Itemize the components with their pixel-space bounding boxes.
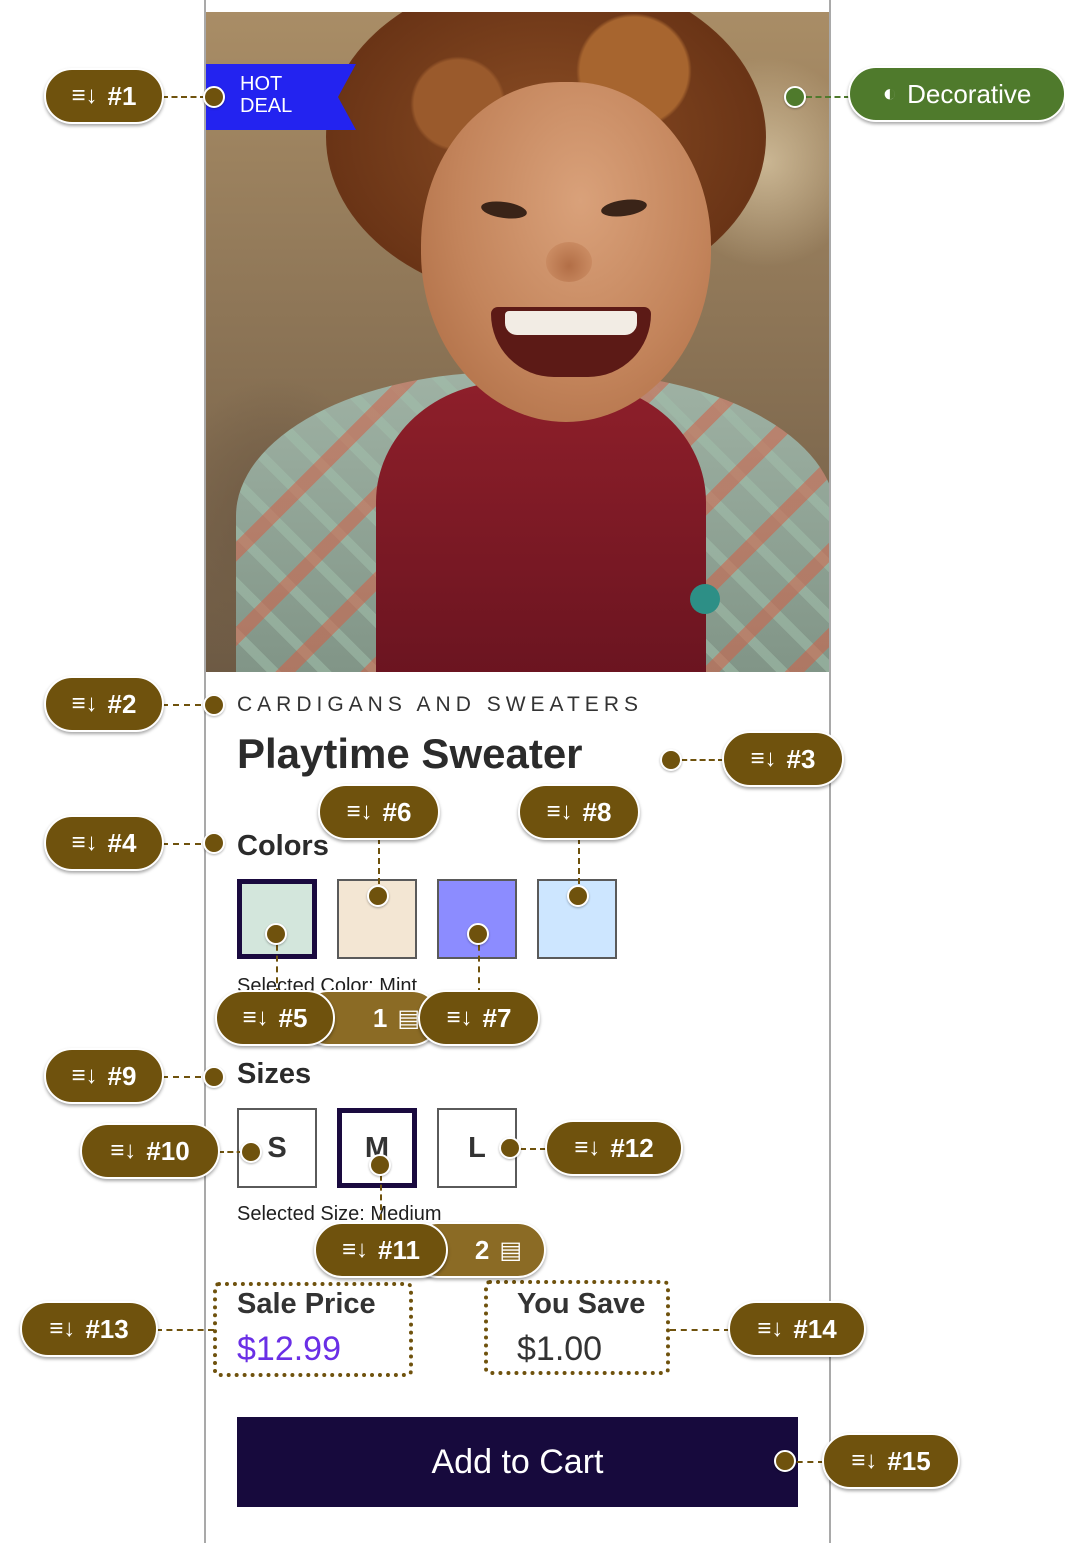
reading-order-icon: ≡↓ — [757, 1315, 784, 1342]
reading-order-icon: ≡↓ — [346, 798, 373, 825]
annotation-label-15: #15 — [887, 1445, 931, 1476]
annotation-label-10: #10 — [146, 1135, 190, 1166]
hot-deal-line1: HOT — [240, 73, 283, 95]
annotation-count-2-label: 2 — [474, 1234, 490, 1265]
annotation-dot-decorative — [784, 86, 806, 108]
reading-order-icon: ≡↓ — [851, 1447, 878, 1474]
annotation-pill-13: ≡↓ #13 — [20, 1301, 158, 1357]
annotation-dot-15 — [774, 1450, 796, 1472]
reading-order-icon: ≡↓ — [574, 1134, 601, 1161]
annotation-label-14: #14 — [793, 1313, 837, 1344]
annotation-label-6: #6 — [382, 796, 412, 827]
product-category: CARDIGANS AND SWEATERS — [237, 693, 643, 716]
smile-shape — [491, 307, 651, 377]
annotation-box-13 — [213, 1282, 413, 1377]
annotation-label-4: #4 — [107, 827, 137, 858]
reading-order-icon: ≡↓ — [546, 798, 573, 825]
annotation-dot-2 — [203, 694, 225, 716]
annotation-label-13: #13 — [85, 1313, 129, 1344]
annotation-label-2: #2 — [107, 688, 137, 719]
annotation-dot-1 — [203, 86, 225, 108]
collar-shape — [376, 382, 706, 672]
reading-order-icon: ≡↓ — [446, 1004, 473, 1031]
annotation-pill-10: ≡↓ #10 — [80, 1123, 220, 1179]
annotation-dot-3 — [660, 749, 682, 771]
reading-order-icon: ≡↓ — [71, 829, 98, 856]
sizes-heading: Sizes — [237, 1058, 312, 1090]
annotation-pill-6: ≡↓ #6 — [318, 784, 440, 840]
colors-heading: Colors — [237, 830, 329, 862]
connector-14 — [670, 1329, 730, 1331]
annotation-label-12: #12 — [610, 1132, 654, 1163]
annotation-pill-decorative: ◐ Decorative — [848, 66, 1065, 122]
reading-order-icon: ≡↓ — [750, 745, 777, 772]
annotation-dot-8 — [567, 885, 589, 907]
add-to-cart-button[interactable]: Add to Cart — [237, 1417, 798, 1507]
annotation-pill-9: ≡↓ #9 — [44, 1048, 164, 1104]
annotation-pill-3: ≡↓ #3 — [722, 731, 844, 787]
annotation-label-11: #11 — [378, 1234, 420, 1265]
annotation-label-5: #5 — [278, 1002, 308, 1033]
reading-order-icon: ≡↓ — [71, 690, 98, 717]
annotation-pill-14: ≡↓ #14 — [728, 1301, 866, 1357]
annotation-count-1-label: 1 — [372, 1002, 388, 1033]
face-shape — [421, 82, 711, 422]
annotation-pill-5: ≡↓ #5 — [215, 990, 335, 1046]
annotation-pill-4: ≡↓ #4 — [44, 815, 164, 871]
annotation-label-3: #3 — [786, 743, 816, 774]
annotation-label-8: #8 — [582, 796, 612, 827]
left-eye-shape — [480, 198, 528, 222]
reading-order-icon: ≡↓ — [71, 1062, 98, 1089]
hot-deal-badge: HOT DEAL — [206, 64, 356, 130]
note-icon: ▤ — [499, 1236, 522, 1264]
connector-decorative — [806, 96, 850, 98]
annotation-dot-12 — [499, 1137, 521, 1159]
annotation-pill-15: ≡↓ #15 — [822, 1433, 960, 1489]
reading-order-icon: ≡↓ — [242, 1004, 269, 1031]
annotation-pill-8: ≡↓ #8 — [518, 784, 640, 840]
annotation-dot-11 — [369, 1154, 391, 1176]
size-button-m[interactable]: M — [337, 1108, 417, 1188]
annotation-label-9: #9 — [107, 1060, 137, 1091]
annotation-label-7: #7 — [482, 1002, 512, 1033]
annotation-pill-12: ≡↓ #12 — [545, 1120, 683, 1176]
reading-order-icon: ≡↓ — [110, 1137, 137, 1164]
product-title: Playtime Sweater — [237, 730, 583, 777]
teeth-shape — [505, 311, 637, 335]
reading-order-icon: ≡↓ — [71, 82, 98, 109]
image-icon: ◐ — [882, 80, 898, 107]
nose-shape — [546, 242, 592, 282]
reading-order-icon: ≡↓ — [49, 1315, 76, 1342]
connector-1 — [162, 96, 206, 98]
annotation-dot-5 — [265, 923, 287, 945]
right-eye-shape — [600, 196, 648, 220]
connector-13 — [156, 1329, 214, 1331]
sweater-button-shape — [690, 584, 720, 614]
annotation-label-1: #1 — [107, 80, 137, 111]
annotation-pill-1: ≡↓ #1 — [44, 68, 164, 124]
annotation-dot-10 — [240, 1141, 262, 1163]
annotation-dot-6 — [367, 885, 389, 907]
annotation-pill-7: ≡↓ #7 — [418, 990, 540, 1046]
annotation-label-decorative: Decorative — [907, 78, 1032, 109]
annotation-box-14 — [484, 1280, 670, 1375]
reading-order-icon: ≡↓ — [342, 1236, 369, 1263]
annotation-dot-9 — [203, 1066, 225, 1088]
color-swatch-periwinkle[interactable] — [437, 879, 517, 959]
note-icon: ▤ — [397, 1004, 420, 1032]
annotation-dot-4 — [203, 832, 225, 854]
hot-deal-line2: DEAL — [240, 95, 293, 117]
annotation-pill-2: ≡↓ #2 — [44, 676, 164, 732]
annotation-dot-7 — [467, 923, 489, 945]
annotation-pill-11: ≡↓ #11 — [314, 1222, 448, 1278]
